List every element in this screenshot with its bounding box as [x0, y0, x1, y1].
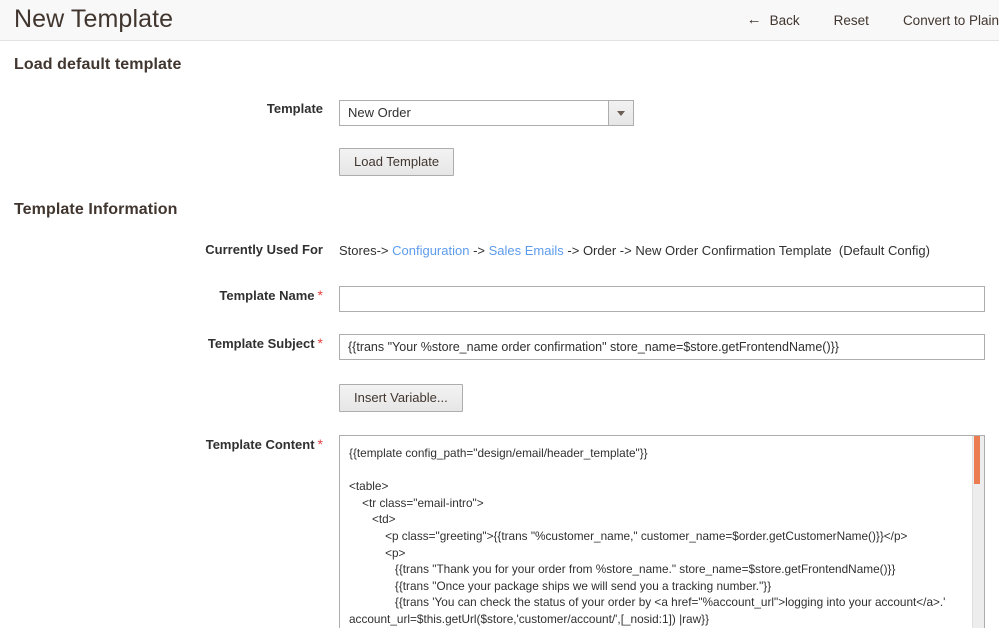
- currently-used-for-control: Stores-> Configuration -> Sales Emails -…: [339, 241, 985, 260]
- load-button-control: Load Template: [339, 148, 985, 176]
- breadcrumb-sep-2: ->: [473, 243, 485, 258]
- breadcrumb-link-sales-emails[interactable]: Sales Emails: [489, 243, 564, 258]
- reset-button[interactable]: Reset: [817, 9, 886, 32]
- breadcrumb-order: Order: [583, 243, 616, 258]
- breadcrumb-scope: (Default Config): [839, 243, 930, 258]
- currently-used-for-label: Currently Used For: [14, 241, 339, 259]
- back-button-label: Back: [770, 13, 800, 28]
- back-button[interactable]: ← Back: [730, 9, 817, 32]
- breadcrumb: Stores-> Configuration -> Sales Emails -…: [339, 241, 985, 260]
- required-asterisk: *: [318, 335, 323, 351]
- convert-to-plain-button-label: Convert to Plain: [903, 13, 999, 28]
- breadcrumb-sep-4: ->: [620, 243, 632, 258]
- field-row-currently-used-for: Currently Used For Stores-> Configuratio…: [14, 241, 985, 260]
- breadcrumb-stores: Stores: [339, 243, 377, 258]
- field-row-insert-variable: Insert Variable...: [14, 384, 985, 412]
- page-content: Load default template Template New Order…: [0, 41, 999, 628]
- required-asterisk: *: [318, 287, 323, 303]
- required-asterisk: *: [318, 436, 323, 452]
- template-name-control: [339, 286, 985, 312]
- field-row-template-name: Template Name *: [14, 286, 985, 312]
- breadcrumb-sep-1: ->: [377, 243, 389, 258]
- page-title: New Template: [14, 7, 173, 34]
- chevron-down-icon[interactable]: [608, 100, 634, 126]
- template-name-input[interactable]: [339, 286, 985, 312]
- template-subject-label-text: Template Subject: [208, 336, 315, 351]
- insert-variable-button[interactable]: Insert Variable...: [339, 384, 463, 412]
- template-content-label-text: Template Content: [206, 437, 315, 452]
- template-content-textarea-wrapper: {{template config_path="design/email/hea…: [339, 435, 985, 628]
- convert-to-plain-button[interactable]: Convert to Plain: [886, 9, 999, 32]
- template-subject-label: Template Subject*: [14, 334, 339, 353]
- page-header: New Template ← Back Reset Convert to Pla…: [0, 0, 999, 41]
- reset-button-label: Reset: [834, 13, 869, 28]
- arrow-left-icon: ←: [747, 12, 762, 27]
- breadcrumb-template: New Order Confirmation Template: [635, 243, 831, 258]
- template-content-textarea[interactable]: {{template config_path="design/email/hea…: [340, 436, 972, 628]
- template-content-label: Template Content*: [14, 435, 339, 454]
- textarea-scrollbar-thumb[interactable]: [974, 436, 980, 484]
- template-select-value[interactable]: New Order: [339, 100, 608, 126]
- load-template-button[interactable]: Load Template: [339, 148, 454, 176]
- template-select[interactable]: New Order: [339, 100, 634, 126]
- insert-variable-control: Insert Variable...: [339, 384, 985, 412]
- textarea-scrollbar[interactable]: [972, 436, 984, 628]
- field-row-template: Template New Order: [14, 100, 985, 126]
- template-subject-control: [339, 334, 985, 360]
- section-title-template-information: Template Information: [14, 176, 985, 219]
- breadcrumb-sep-3: ->: [567, 243, 579, 258]
- template-label: Template: [14, 100, 339, 118]
- field-row-load-button: Load Template: [14, 148, 985, 176]
- template-subject-input[interactable]: [339, 334, 985, 360]
- section-title-load-default: Load default template: [14, 41, 985, 74]
- template-name-label: Template Name *: [14, 286, 339, 305]
- template-content-control: {{template config_path="design/email/hea…: [339, 435, 985, 628]
- template-control: New Order: [339, 100, 985, 126]
- field-row-template-subject: Template Subject*: [14, 334, 985, 360]
- template-name-label-text: Template Name: [219, 288, 314, 303]
- breadcrumb-link-configuration[interactable]: Configuration: [392, 243, 469, 258]
- field-row-template-content: Template Content* {{template config_path…: [14, 435, 985, 628]
- header-actions: ← Back Reset Convert to Plain: [730, 9, 999, 32]
